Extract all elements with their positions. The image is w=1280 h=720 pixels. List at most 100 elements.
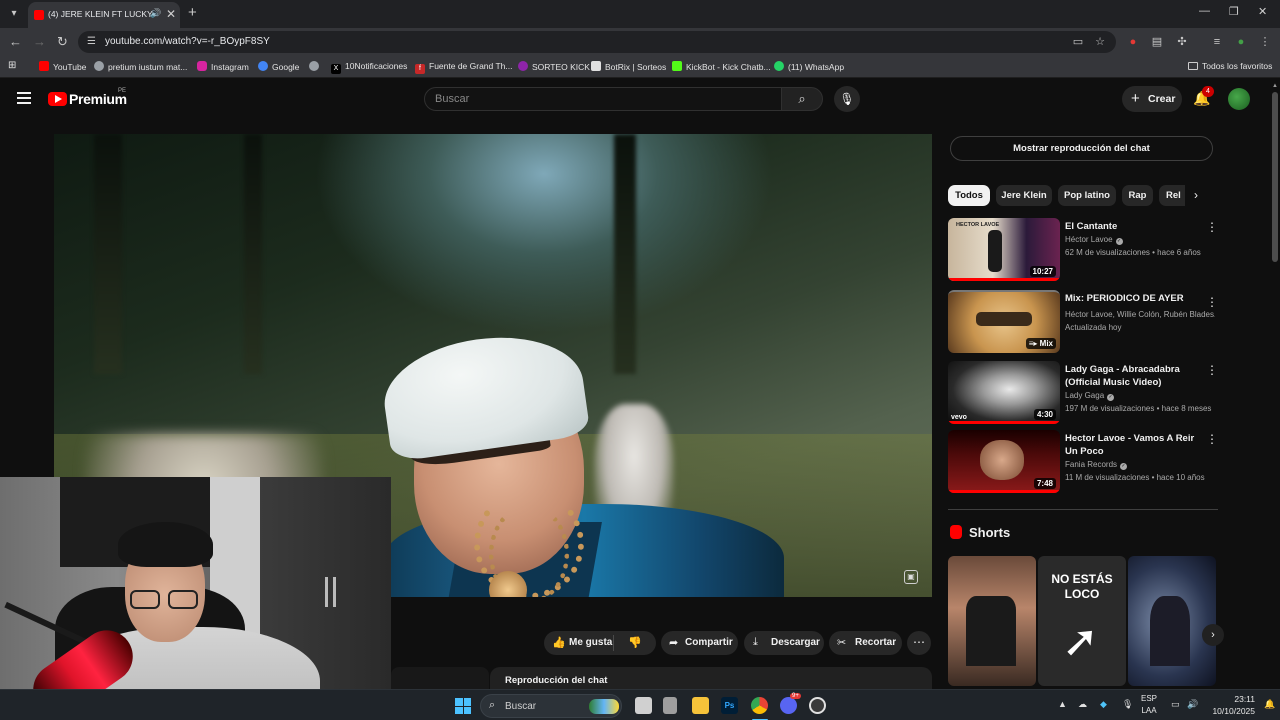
video-title[interactable]: El Cantante	[1065, 220, 1205, 233]
youtube-logo-icon[interactable]	[48, 92, 67, 106]
tray-app-icon[interactable]: ◆	[1100, 699, 1107, 710]
site-info-icon[interactable]: ☰	[87, 36, 99, 48]
window-close-button[interactable]: ✕	[1258, 5, 1267, 18]
video-title[interactable]: Mix: PERIODICO DE AYER	[1065, 292, 1205, 305]
notifications-tray-icon[interactable]: 🔔	[1264, 699, 1275, 710]
download-button[interactable]: ⤓ Descargar	[744, 631, 824, 655]
window-minimize-button[interactable]: —	[1199, 5, 1210, 17]
browser-menu-icon[interactable]: ⋮	[1258, 35, 1272, 49]
bookmark-globe[interactable]	[309, 61, 323, 72]
file-explorer-icon[interactable]	[692, 697, 709, 714]
bookmark-google[interactable]: Google	[258, 61, 299, 72]
audio-playing-icon[interactable]: 🔊	[150, 8, 161, 19]
video-thumbnail[interactable]: ≡▸ Mix	[948, 290, 1060, 353]
window-restore-button[interactable]: ❐	[1229, 5, 1239, 18]
account-avatar[interactable]	[1228, 88, 1250, 110]
menu-hamburger-icon[interactable]	[17, 92, 31, 104]
more-actions-icon[interactable]: ⋯	[907, 631, 931, 655]
apps-grid-icon[interactable]: ⊞	[8, 60, 16, 71]
share-button[interactable]: ➦ Compartir	[661, 631, 738, 655]
profile-avatar-icon[interactable]: ●	[1234, 35, 1248, 49]
clip-button[interactable]: ✂ Recortar	[829, 631, 902, 655]
chips-next-chevron-icon[interactable]: ›	[1194, 188, 1198, 202]
chrome-icon[interactable]	[751, 697, 768, 714]
recommendation-item[interactable]: HECTOR LAVOE 10:27 El Cantante Héctor La…	[948, 218, 1218, 282]
microphone-tray-icon[interactable]: 🎙	[1122, 699, 1133, 710]
more-options-icon[interactable]: ⋮	[1206, 432, 1218, 446]
search-input[interactable]: Buscar	[424, 87, 782, 111]
extension-icon[interactable]: ▤	[1150, 35, 1164, 49]
tab-close-icon[interactable]: ✕	[166, 7, 176, 21]
new-tab-button[interactable]: +	[188, 4, 197, 21]
short-thumbnail[interactable]: NO ESTÁS LOCO ➚	[1038, 556, 1126, 686]
scrollbar-thumb[interactable]	[1272, 92, 1278, 262]
chip-jere-klein[interactable]: Jere Klein	[996, 185, 1052, 206]
more-options-icon[interactable]: ⋮	[1206, 295, 1218, 309]
photoshop-icon[interactable]: Ps	[721, 697, 738, 714]
chip-rel[interactable]: Rel	[1159, 185, 1185, 206]
discord-icon[interactable]	[780, 697, 797, 714]
taskbar-clock[interactable]: 23:11 10/10/2025	[1205, 693, 1255, 717]
volume-icon[interactable]: 🔊	[1187, 699, 1198, 710]
app-icon[interactable]	[663, 697, 677, 714]
bookmark-x-notificaciones[interactable]: X 10Notificaciones	[331, 61, 407, 74]
task-view-icon[interactable]	[635, 697, 652, 714]
short-thumbnail[interactable]	[948, 556, 1036, 686]
video-title[interactable]: Hector Lavoe - Vamos A Reir Un Poco	[1065, 432, 1205, 458]
bookmark-sorteo-kick[interactable]: SORTEO KICK	[518, 61, 590, 72]
recommendation-item[interactable]: 7:48 Hector Lavoe - Vamos A Reir Un Poco…	[948, 430, 1218, 494]
channel-name[interactable]: Héctor Lavoe ✓	[1065, 235, 1215, 245]
media-control-icon[interactable]: ≡	[1210, 35, 1224, 49]
channel-name[interactable]: Lady Gaga ✓	[1065, 391, 1215, 401]
scroll-up-arrow-icon[interactable]: ▲	[1272, 83, 1278, 89]
video-title[interactable]: Lady Gaga - Abracadabra (Official Music …	[1065, 363, 1205, 389]
shorts-next-chevron-icon[interactable]: ›	[1202, 624, 1224, 646]
chip-pop-latino[interactable]: Pop latino	[1058, 185, 1116, 206]
chip-rap[interactable]: Rap	[1122, 185, 1153, 206]
onedrive-cloud-icon[interactable]: ☁	[1078, 699, 1087, 710]
bookmark-whatsapp[interactable]: (11) WhatsApp	[774, 61, 844, 72]
bookmark-gta[interactable]: f Fuente de Grand Th...	[415, 61, 512, 74]
tab-search-menu-icon[interactable]: ▾	[6, 6, 22, 22]
address-url[interactable]: youtube.com/watch?v=-r_BOypF8SY	[105, 36, 270, 47]
bookmark-kickbot[interactable]: KickBot - Kick Chatb...	[672, 61, 771, 72]
taskbar-search[interactable]: ⌕ Buscar	[480, 694, 622, 718]
back-button[interactable]: ←	[9, 34, 22, 49]
more-options-icon[interactable]: ⋮	[1206, 220, 1218, 234]
tray-overflow-chevron-icon[interactable]: ▲	[1058, 699, 1067, 709]
network-icon[interactable]: ▭	[1171, 699, 1180, 710]
app-icon[interactable]	[809, 697, 826, 714]
show-chat-replay-button[interactable]: Mostrar reproducción del chat	[950, 136, 1213, 161]
thumbs-up-icon[interactable]: 👍	[552, 636, 566, 649]
video-thumbnail[interactable]: vevo 4:30	[948, 361, 1060, 424]
browser-tab-active[interactable]: (4) JERE KLEIN FT LUCKY BR 🔊 ✕	[28, 2, 180, 28]
like-button[interactable]: Me gusta	[569, 637, 612, 648]
bookmark-pretium[interactable]: pretium iustum mat...	[94, 61, 187, 72]
video-thumbnail[interactable]: 7:48	[948, 430, 1060, 493]
bookmark-star-icon[interactable]: ☆	[1093, 35, 1107, 49]
forward-button[interactable]: →	[33, 34, 46, 49]
page-scrollbar[interactable]: ▲	[1270, 80, 1280, 690]
bookmark-botrix[interactable]: BotRix | Sorteos	[591, 61, 666, 72]
recommendation-item[interactable]: ≡▸ Mix Mix: PERIODICO DE AYER Héctor Lav…	[948, 290, 1218, 354]
create-button[interactable]: + Crear	[1122, 86, 1182, 112]
channel-name[interactable]: Héctor Lavoe, Willie Colón, Rubén Blades…	[1065, 310, 1215, 319]
extension-red-icon[interactable]: ●	[1126, 35, 1140, 49]
thumbs-down-icon[interactable]: 👎	[628, 636, 642, 649]
channel-watermark-icon[interactable]: ▣	[904, 570, 918, 584]
extensions-puzzle-icon[interactable]: ✣	[1175, 35, 1189, 49]
input-language[interactable]: ESP LAA	[1141, 693, 1157, 717]
search-button[interactable]: ⌕	[781, 87, 823, 111]
short-thumbnail[interactable]	[1128, 556, 1216, 686]
video-thumbnail[interactable]: HECTOR LAVOE 10:27	[948, 218, 1060, 281]
reload-button[interactable]: ↻	[57, 34, 68, 50]
bookmark-instagram[interactable]: Instagram	[197, 61, 249, 72]
windows-start-icon[interactable]	[455, 698, 471, 714]
more-options-icon[interactable]: ⋮	[1206, 363, 1218, 377]
channel-name[interactable]: Fania Records ✓	[1065, 460, 1215, 470]
cast-icon[interactable]: ▭	[1071, 35, 1085, 49]
recommendation-item[interactable]: vevo 4:30 Lady Gaga - Abracadabra (Offic…	[948, 361, 1218, 425]
bookmark-youtube[interactable]: YouTube	[39, 61, 86, 72]
address-bar[interactable]: ☰ youtube.com/watch?v=-r_BOypF8SY ▭ ☆	[78, 31, 1116, 53]
voice-search-button[interactable]: 🎙	[834, 86, 860, 112]
